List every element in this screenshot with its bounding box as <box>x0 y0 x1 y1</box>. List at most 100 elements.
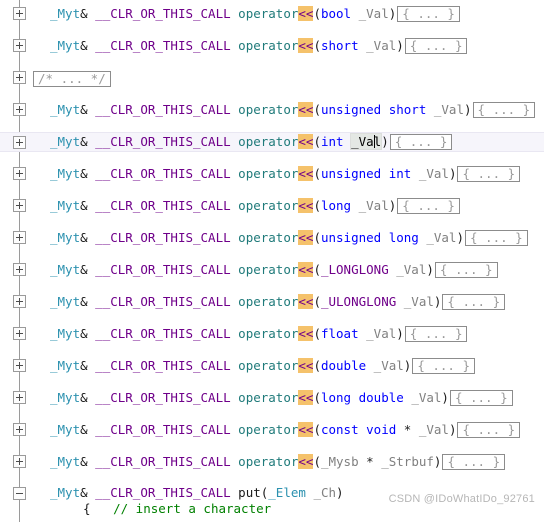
outlining-expand-icon[interactable] <box>13 7 26 20</box>
code-line[interactable]: _Myt& __CLR_OR_THIS_CALL operator<<(shor… <box>0 37 544 54</box>
param-name: _Strbuf <box>381 454 434 469</box>
operator-keyword: operator <box>238 390 299 405</box>
param-type: long double <box>320 390 404 405</box>
outlining-expand-icon[interactable] <box>13 231 26 244</box>
collapsed-comment-region[interactable]: /* ... */ <box>32 70 111 87</box>
code-line[interactable]: _Myt& __CLR_OR_THIS_CALL operator<<(unsi… <box>0 229 544 246</box>
code-line[interactable]: _Myt& __CLR_OR_THIS_CALL operator<<(cons… <box>0 421 544 438</box>
code-line[interactable]: _Myt& __CLR_OR_THIS_CALL operator<<(long… <box>0 389 544 406</box>
operator-overload-declaration[interactable]: _Myt& __CLR_OR_THIS_CALL operator<<(_Mys… <box>50 453 506 470</box>
collapsed-body-chip[interactable]: { ... } <box>404 38 468 54</box>
code-line[interactable]: _Myt& __CLR_OR_THIS_CALL operator<<(_ULO… <box>0 293 544 310</box>
operator-overload-declaration[interactable]: _Myt& __CLR_OR_THIS_CALL operator<<(doub… <box>50 357 475 374</box>
outlining-expand-icon[interactable] <box>13 39 26 52</box>
operator-overload-declaration[interactable]: _Myt& __CLR_OR_THIS_CALL operator<<(floa… <box>50 325 468 342</box>
collapsed-body-chip[interactable]: { ... } <box>442 454 506 470</box>
code-line[interactable]: _Myt& __CLR_OR_THIS_CALL operator<<(doub… <box>0 357 544 374</box>
operator-symbol-highlight[interactable]: << <box>298 6 314 21</box>
code-line[interactable]: _Myt& __CLR_OR_THIS_CALL operator<<(int … <box>0 132 544 152</box>
calling-convention: __CLR_OR_THIS_CALL <box>95 134 231 149</box>
operator-overload-declaration[interactable]: _Myt& __CLR_OR_THIS_CALL operator<<(long… <box>50 389 513 406</box>
code-line[interactable]: _Myt& __CLR_OR_THIS_CALL operator<<(bool… <box>0 5 544 22</box>
collapsed-body-chip[interactable]: { ... } <box>412 358 475 374</box>
operator-symbol-highlight[interactable]: << <box>298 166 314 181</box>
calling-convention: __CLR_OR_THIS_CALL <box>95 230 231 245</box>
operator-symbol-highlight[interactable]: << <box>298 230 314 245</box>
collapsed-body-chip[interactable]: { ... } <box>465 230 528 246</box>
operator-overload-declaration[interactable]: _Myt& __CLR_OR_THIS_CALL operator<<(cons… <box>50 421 521 438</box>
code-line[interactable]: /* ... */ <box>0 69 544 87</box>
param-name: _Val <box>358 198 389 213</box>
operator-symbol-highlight[interactable]: << <box>298 294 314 309</box>
operator-symbol-highlight[interactable]: << <box>298 390 314 405</box>
outlining-expand-icon[interactable] <box>13 391 26 404</box>
code-line[interactable]: _Myt& __CLR_OR_THIS_CALL operator<<(_Mys… <box>0 453 544 470</box>
operator-symbol-highlight[interactable]: << <box>298 454 314 469</box>
operator-overload-declaration[interactable]: _Myt& __CLR_OR_THIS_CALL operator<<(long… <box>50 197 460 214</box>
code-line[interactable]: _Myt& __CLR_OR_THIS_CALL operator<<(floa… <box>0 325 544 342</box>
param-name: _Val <box>433 102 464 117</box>
operator-overload-declaration[interactable]: _Myt& __CLR_OR_THIS_CALL operator<<(unsi… <box>50 229 528 246</box>
operator-symbol-highlight[interactable]: << <box>298 198 314 213</box>
close-paren: ) <box>388 198 397 213</box>
collapsed-body-chip[interactable]: { ... } <box>472 102 536 118</box>
outlining-expand-icon[interactable] <box>13 199 26 212</box>
collapsed-comment-chip[interactable]: /* ... */ <box>33 71 111 87</box>
collapsed-body-chip[interactable]: { ... } <box>397 198 460 214</box>
close-paren: ) <box>441 390 449 405</box>
operator-symbol-highlight[interactable]: << <box>298 134 314 149</box>
close-paren: ) <box>396 38 404 53</box>
outlining-expand-icon[interactable] <box>13 423 26 436</box>
operator-symbol-highlight[interactable]: << <box>298 102 314 117</box>
outlining-expand-icon[interactable] <box>13 71 26 84</box>
collapsed-body-chip[interactable]: { ... } <box>434 262 498 278</box>
code-line[interactable]: _Myt& __CLR_OR_THIS_CALL operator<<(long… <box>0 197 544 214</box>
operator-overload-declaration[interactable]: _Myt& __CLR_OR_THIS_CALL operator<<(unsi… <box>50 101 536 118</box>
operator-symbol-highlight[interactable]: << <box>298 38 314 53</box>
collapsed-body-chip[interactable]: { ... } <box>457 422 521 438</box>
operator-symbol-highlight[interactable]: << <box>298 326 314 341</box>
method-declaration[interactable]: _Myt& __CLR_OR_THIS_CALL put(_Elem _Ch) <box>50 485 344 501</box>
outlining-expand-icon[interactable] <box>13 103 26 116</box>
outlining-expand-icon[interactable] <box>13 263 26 276</box>
outlining-expand-icon[interactable] <box>13 327 26 340</box>
operator-symbol-highlight[interactable]: << <box>298 358 314 373</box>
open-paren: ( <box>313 198 321 213</box>
operator-symbol-highlight[interactable]: << <box>298 422 314 437</box>
outlining-expand-icon[interactable] <box>13 359 26 372</box>
outlining-expand-icon[interactable] <box>13 136 26 149</box>
collapsed-body-chip[interactable]: { ... } <box>397 6 460 22</box>
code-line[interactable]: _Myt& __CLR_OR_THIS_CALL operator<<(unsi… <box>0 101 544 118</box>
collapsed-body-chip[interactable]: { ... } <box>457 166 521 182</box>
operator-overload-declaration[interactable]: _Myt& __CLR_OR_THIS_CALL operator<<(_ULO… <box>50 293 506 310</box>
operator-overload-declaration[interactable]: _Myt& __CLR_OR_THIS_CALL operator<<(_LON… <box>50 261 498 278</box>
operator-keyword: operator <box>238 38 299 53</box>
close-paren: ) <box>426 262 434 277</box>
param-type: _Elem <box>268 485 306 500</box>
open-paren: ( <box>313 134 321 149</box>
close-paren: ) <box>433 454 442 469</box>
close-paren: ) <box>456 230 464 245</box>
collapsed-body-chip[interactable]: { ... } <box>449 390 513 406</box>
param-name: _Val <box>366 38 397 53</box>
operator-overload-declaration[interactable]: _Myt& __CLR_OR_THIS_CALL operator<<(shor… <box>50 37 468 54</box>
outlining-collapse-icon[interactable] <box>13 487 26 500</box>
code-editor-pane[interactable]: _Myt& __CLR_OR_THIS_CALL operator<<(bool… <box>0 0 544 522</box>
operator-overload-declaration[interactable]: _Myt& __CLR_OR_THIS_CALL operator<<(int … <box>50 133 453 150</box>
outlining-expand-icon[interactable] <box>13 455 26 468</box>
collapsed-body-chip[interactable]: { ... } <box>404 326 468 342</box>
code-line[interactable]: _Myt& __CLR_OR_THIS_CALL operator<<(unsi… <box>0 165 544 182</box>
outlining-expand-icon[interactable] <box>13 295 26 308</box>
outlining-expand-icon[interactable] <box>13 167 26 180</box>
param-name: _Val <box>403 294 434 309</box>
collapsed-body-chip[interactable]: { ... } <box>442 294 506 310</box>
operator-symbol-highlight[interactable]: << <box>298 262 314 277</box>
return-type: _Myt <box>50 6 81 21</box>
operator-overload-declaration[interactable]: _Myt& __CLR_OR_THIS_CALL operator<<(bool… <box>50 5 460 22</box>
collapsed-body-chip[interactable]: { ... } <box>389 134 453 150</box>
selected-token[interactable]: _Val <box>350 133 383 150</box>
param-type: const void <box>320 422 397 437</box>
method-body-open[interactable]: { // insert a character <box>83 501 271 517</box>
operator-overload-declaration[interactable]: _Myt& __CLR_OR_THIS_CALL operator<<(unsi… <box>50 165 521 182</box>
code-line[interactable]: _Myt& __CLR_OR_THIS_CALL operator<<(_LON… <box>0 261 544 278</box>
